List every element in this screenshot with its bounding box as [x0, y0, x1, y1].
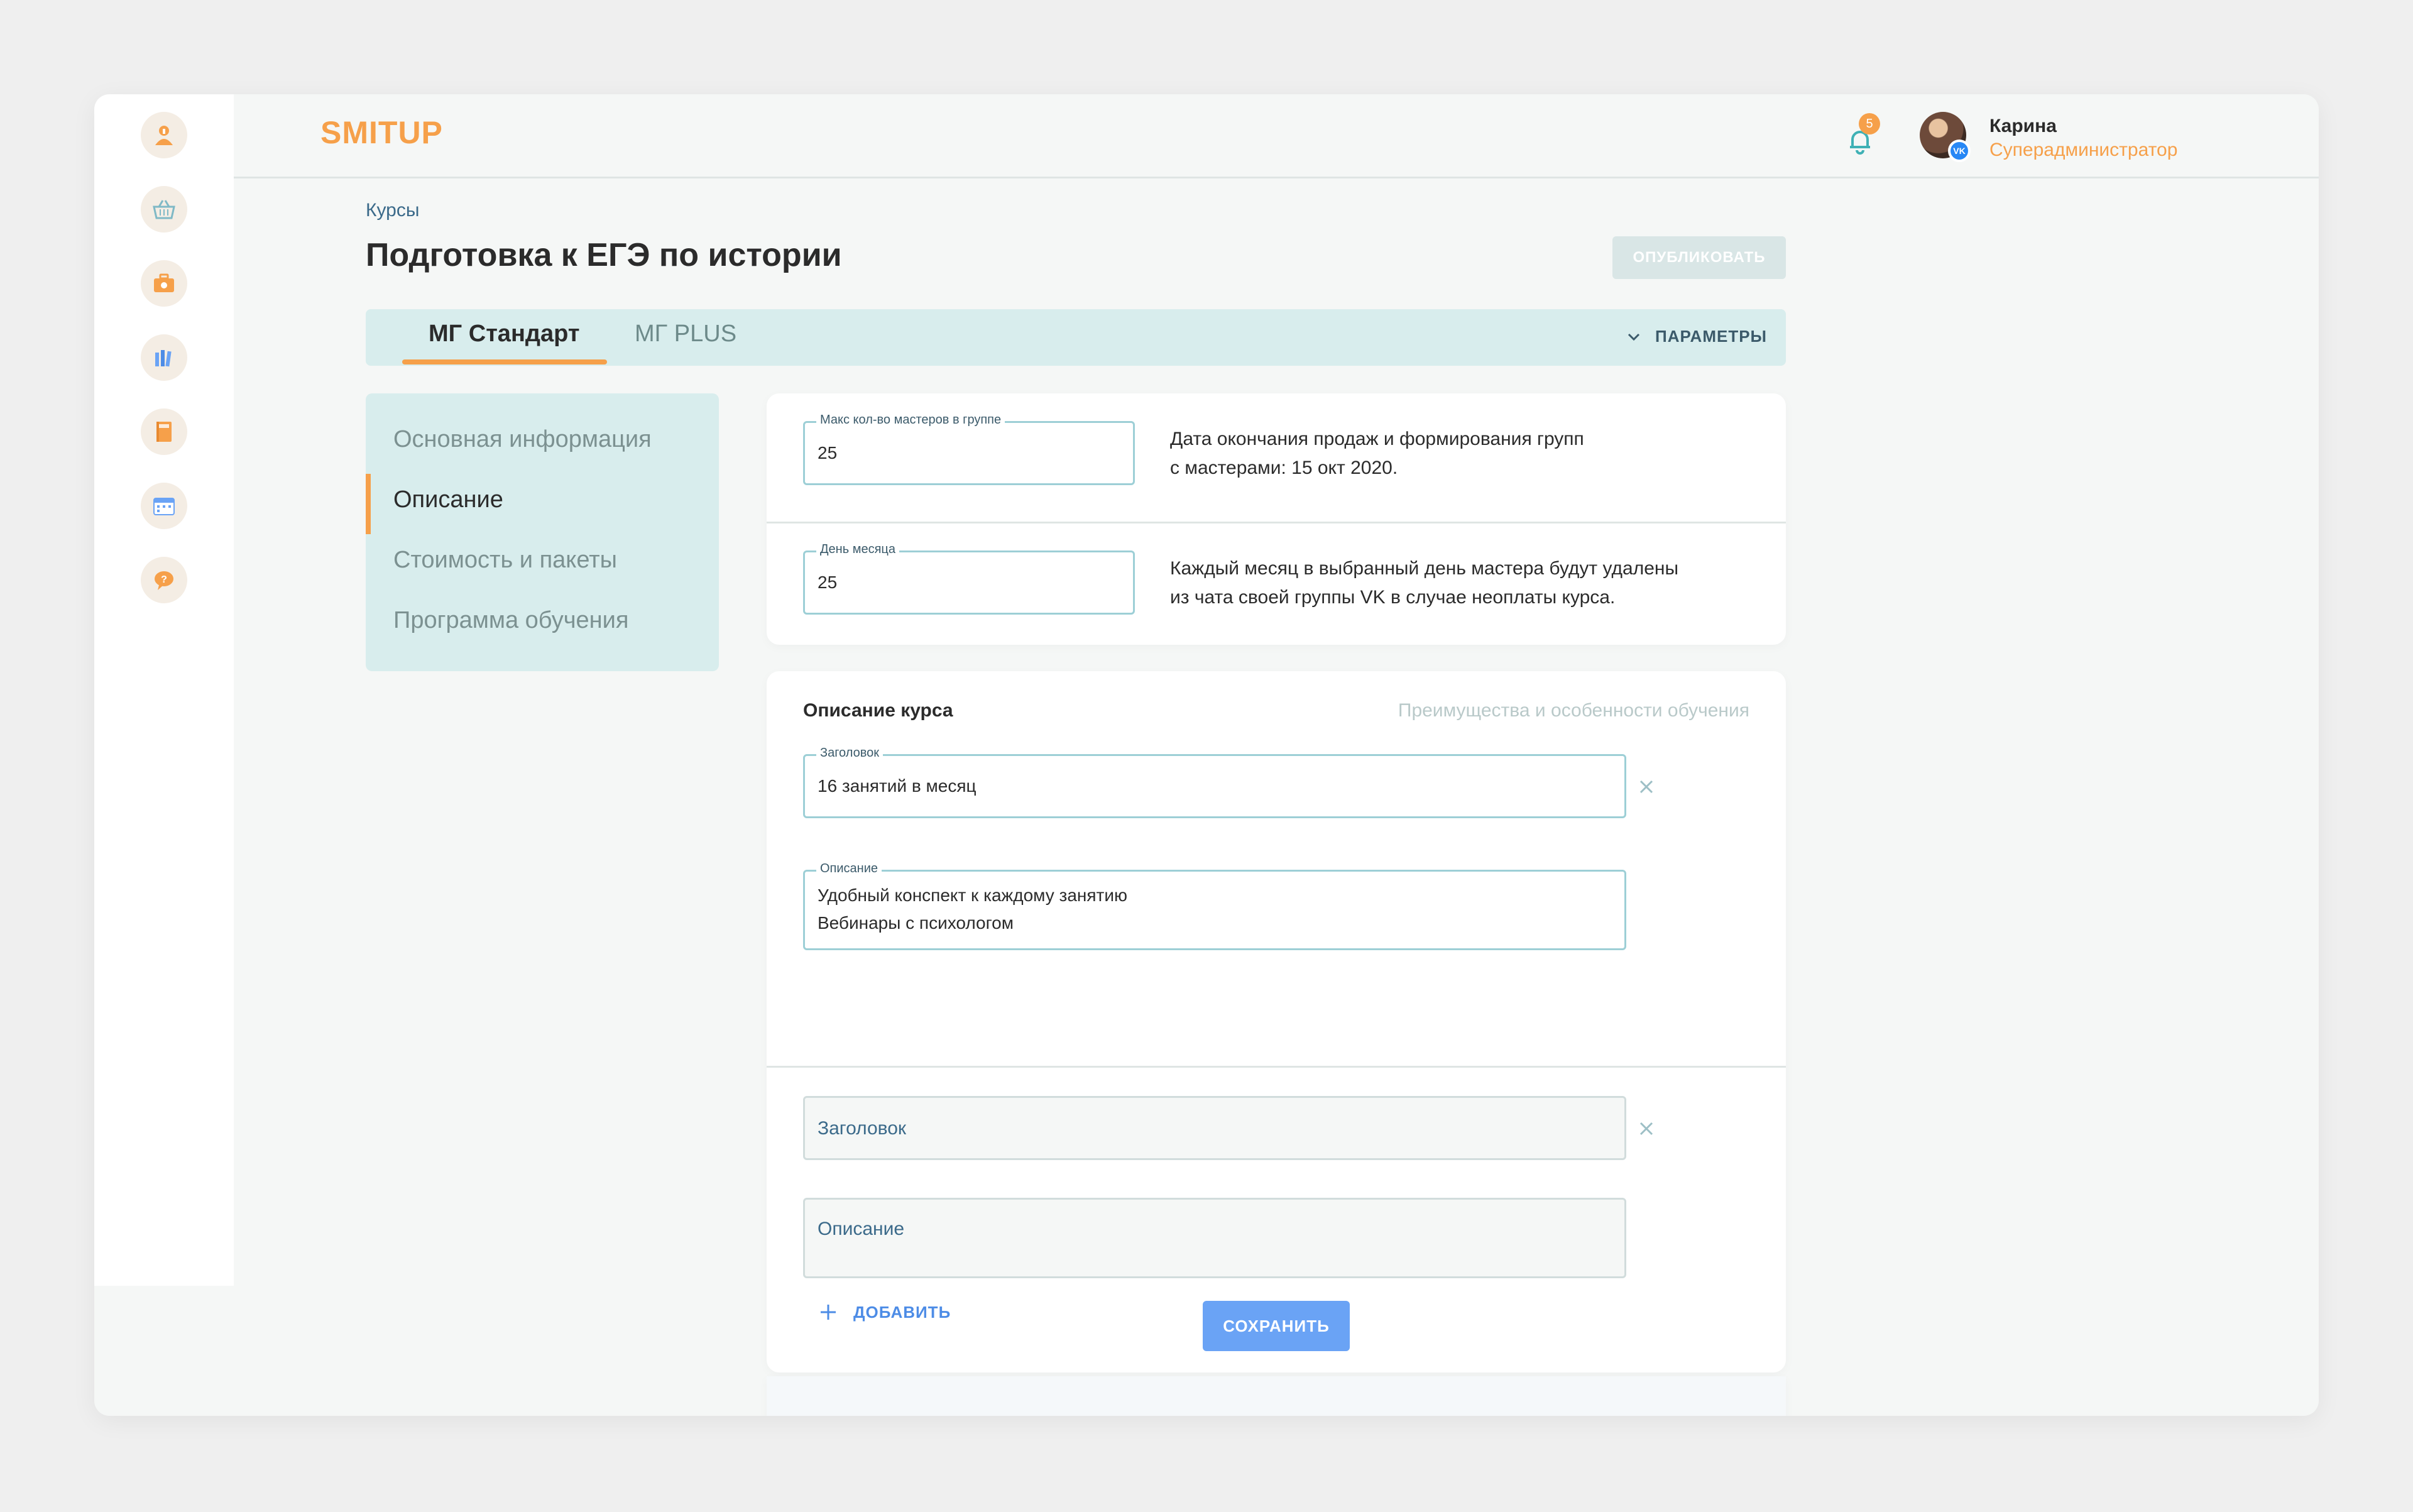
nav-active-marker: [366, 474, 371, 534]
divider: [767, 522, 1786, 523]
max-masters-hint: Дата окончания продаж и формирования гру…: [1170, 425, 1584, 483]
nav-item-description[interactable]: Описание: [393, 486, 503, 513]
remove-item-icon[interactable]: [1634, 774, 1659, 799]
hint-line: Дата окончания продаж и формирования гру…: [1170, 429, 1584, 449]
logo-up: UP: [398, 115, 443, 150]
books-icon[interactable]: [141, 334, 187, 381]
max-masters-label: Макс кол-во мастеров в группе: [816, 413, 1005, 427]
description-subheading: Преимущества и особенности обучения: [1398, 700, 1749, 721]
save-footer: [767, 1376, 1786, 1416]
tab-active-indicator: [402, 359, 607, 364]
max-masters-field[interactable]: Макс кол-во мастеров в группе 25: [803, 413, 1135, 485]
briefcase-icon[interactable]: [141, 260, 187, 307]
day-of-month-label: День месяца: [816, 542, 899, 557]
description-heading: Описание курса: [803, 700, 953, 721]
new-item-title-placeholder: Заголовок: [818, 1118, 907, 1139]
profile-icon[interactable]: [141, 112, 187, 158]
section-nav: Основная информация Описание Стоимость и…: [366, 393, 719, 671]
user-name[interactable]: Карина: [1989, 116, 2057, 137]
remove-item-icon[interactable]: [1634, 1116, 1659, 1141]
hint-line: с мастерами: 15 окт 2020.: [1170, 457, 1398, 478]
plus-icon: [821, 1305, 836, 1320]
app-window: ? SMITUP 5 VK Карина Суперадминистратор …: [94, 94, 2319, 1416]
nav-item-program[interactable]: Программа обучения: [393, 607, 628, 634]
item-title-field[interactable]: Заголовок 16 занятий в месяц: [803, 746, 1626, 818]
logo[interactable]: SMITUP: [320, 114, 443, 151]
new-item-title-field[interactable]: Заголовок: [803, 1096, 1626, 1160]
nav-item-pricing[interactable]: Стоимость и пакеты: [393, 547, 617, 574]
day-of-month-field[interactable]: День месяца 25: [803, 542, 1135, 615]
settings-card: Макс кол-во мастеров в группе 25 Дата ок…: [767, 393, 1786, 645]
breadcrumb[interactable]: Курсы: [366, 200, 419, 221]
params-label: ПАРАМЕТРЫ: [1655, 327, 1767, 346]
calendar-icon[interactable]: [141, 483, 187, 529]
page-title: Подготовка к ЕГЭ по истории: [366, 237, 842, 273]
help-icon[interactable]: ?: [141, 557, 187, 603]
params-toggle[interactable]: ПАРАМЕТРЫ: [1625, 327, 1767, 346]
tab-mg-plus[interactable]: МГ PLUS: [635, 320, 736, 348]
save-button[interactable]: СОХРАНИТЬ: [1203, 1301, 1350, 1351]
chevron-down-icon: [1628, 333, 1640, 341]
item-description-field[interactable]: Описание Удобный конспект к каждому заня…: [803, 862, 1626, 950]
item-description-label: Описание: [816, 862, 882, 876]
hint-line: Каждый месяц в выбранный день мастера бу…: [1170, 558, 1679, 579]
day-of-month-hint: Каждый месяц в выбранный день мастера бу…: [1170, 554, 1678, 612]
add-item-button[interactable]: ДОБАВИТЬ: [817, 1301, 951, 1323]
svg-text:?: ?: [161, 574, 167, 585]
basket-icon[interactable]: [141, 186, 187, 233]
tabs-bar: МГ Стандарт МГ PLUS ПАРАМЕТРЫ: [366, 309, 1786, 366]
item-title-value: 16 занятий в месяц: [818, 776, 977, 796]
nav-item-main-info[interactable]: Основная информация: [393, 426, 652, 453]
day-of-month-value: 25: [818, 572, 838, 592]
new-item-description-placeholder: Описание: [818, 1219, 905, 1239]
description-card: Описание курса Преимущества и особенност…: [767, 671, 1786, 1372]
notebook-icon[interactable]: [141, 408, 187, 455]
item-description-line: Удобный конспект к каждому занятию: [818, 885, 1128, 905]
add-item-label: ДОБАВИТЬ: [853, 1302, 951, 1322]
notification-badge: 5: [1859, 113, 1880, 134]
new-item-description-field[interactable]: Описание: [803, 1198, 1626, 1278]
logo-text: SMIT: [320, 115, 398, 150]
publish-button[interactable]: ОПУБЛИКОВАТЬ: [1612, 236, 1786, 279]
divider: [767, 1066, 1786, 1068]
item-title-label: Заголовок: [816, 746, 884, 760]
tab-mg-standard[interactable]: МГ Стандарт: [429, 320, 579, 348]
hint-line: из чата своей группы VK в случае неоплат…: [1170, 587, 1616, 608]
item-description-line: Вебинары с психологом: [818, 913, 1014, 933]
vk-badge: VK: [1948, 140, 1971, 162]
max-masters-value: 25: [818, 443, 838, 463]
sidebar: ?: [94, 94, 234, 1286]
user-role: Суперадминистратор: [1989, 140, 2178, 160]
